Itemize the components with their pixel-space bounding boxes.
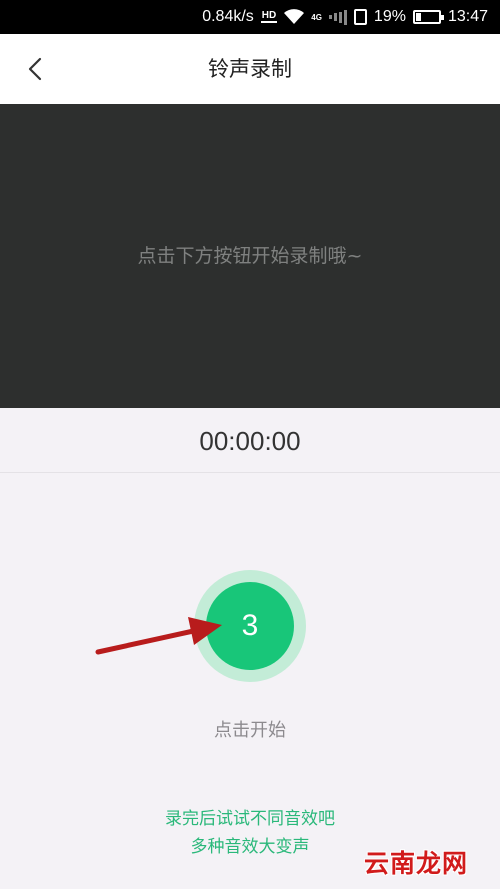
watermark: 云南龙网 bbox=[364, 849, 469, 878]
wifi-icon bbox=[284, 9, 305, 25]
timer-row: 00:00:00 bbox=[0, 408, 500, 473]
battery-percent: 19% bbox=[373, 8, 406, 25]
effect-tip-line-1: 录完后试试不同音效吧 bbox=[165, 809, 335, 829]
battery-icon bbox=[412, 10, 444, 24]
status-time: 13:47 bbox=[447, 8, 488, 25]
page-title: 铃声录制 bbox=[208, 57, 292, 81]
lte-icon: 4G bbox=[311, 12, 322, 22]
hd-icon: HD bbox=[260, 10, 278, 23]
sim-icon bbox=[353, 9, 367, 25]
network-speed: 0.84k/s bbox=[202, 8, 254, 25]
record-button[interactable]: 3 bbox=[194, 570, 306, 682]
status-bar: 0.84k/s HD 4G 19% 13:47 bbox=[0, 0, 500, 34]
countdown-number: 3 bbox=[206, 582, 294, 670]
signal-icon bbox=[328, 9, 347, 25]
recording-preview: 点击下方按钮开始录制哦~ bbox=[0, 104, 500, 408]
preview-hint: 点击下方按钮开始录制哦~ bbox=[137, 245, 363, 267]
recording-timer: 00:00:00 bbox=[199, 426, 301, 456]
start-label: 点击开始 bbox=[214, 720, 286, 741]
nav-bar: 铃声录制 bbox=[0, 34, 500, 104]
